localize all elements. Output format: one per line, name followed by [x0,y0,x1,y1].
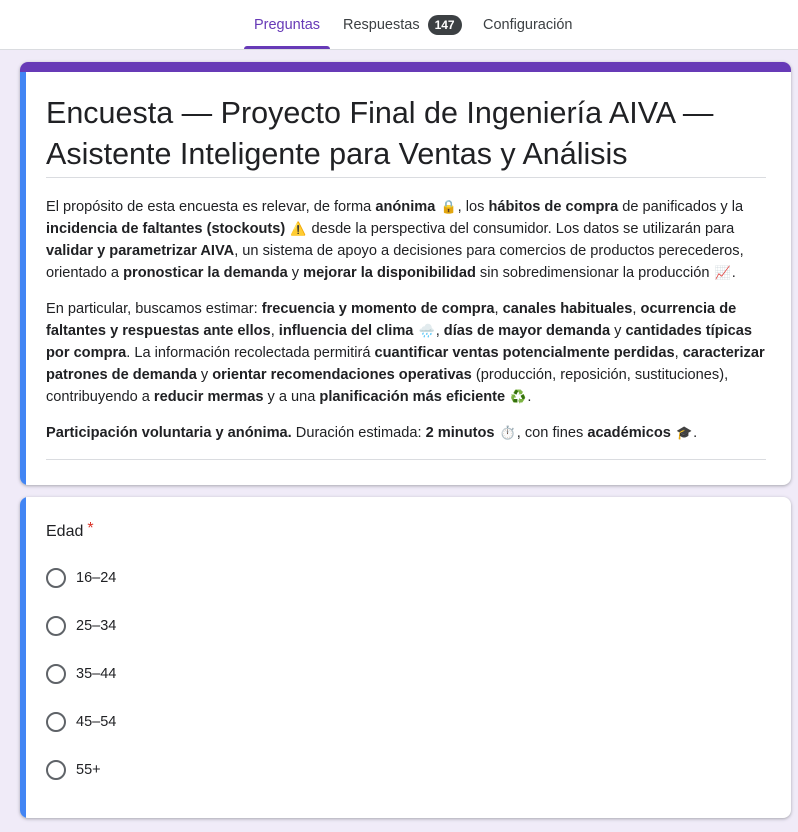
text: En particular, buscamos estimar: [46,301,262,317]
warning-icon: ⚠️ [290,221,307,236]
radio-button[interactable] [46,760,66,780]
description-divider [46,459,766,460]
description-paragraph-3: Participación voluntaria y anónima. Dura… [46,422,766,444]
text: . [731,265,736,281]
bold-text: reducir mermas [153,389,264,405]
top-tab-bar: Preguntas Respuestas 147 Configuración [0,0,798,50]
tab-settings[interactable]: Configuración [483,0,572,49]
radio-option-label: 16–24 [76,570,117,586]
text: , [674,345,683,361]
theme-color-bar [20,62,791,72]
text: , [270,323,279,339]
bold-text: planificación más eficiente [319,389,506,405]
responses-count-badge: 147 [427,14,462,35]
radio-option-35-44[interactable]: 35–44 [46,662,116,686]
required-asterisk: * [87,520,94,537]
recycle-icon: ♻️ [510,389,527,404]
text: desde la perspectiva del consumidor. Los… [307,221,735,237]
text: Duración estimada: [291,425,426,441]
text: . [693,425,698,441]
radio-option-label: 25–34 [76,618,117,634]
radio-option-25-34[interactable]: 25–34 [46,614,116,638]
graduation-cap-icon: 🎓 [675,425,693,440]
bold-text: hábitos de compra [488,199,619,215]
radio-button[interactable] [46,712,66,732]
focus-indicator-bar [20,72,26,485]
stopwatch-icon: ⏱️ [499,425,516,440]
radio-option-label: 35–44 [76,666,117,682]
focus-indicator-bar [20,497,26,818]
active-tab-indicator [244,46,330,49]
chart-increasing-icon: 📈 [714,265,731,280]
question-card-edad[interactable]: Edad * 16–24 25–34 35–44 45–54 55+ [20,497,791,818]
form-description[interactable]: El propósito de esta encuesta es relevar… [46,196,766,458]
form-header-card[interactable]: Encuesta — Proyecto Final de Ingeniería … [20,62,791,485]
bold-text: orientar recomendaciones operativas [212,367,472,383]
bold-text: validar y parametrizar AIVA [46,243,235,259]
text: y a una [263,389,320,405]
bold-text: cuantificar ventas potencialmente perdid… [374,345,675,361]
tab-questions-label: Preguntas [253,16,321,33]
tab-responses-label: Respuestas [343,16,420,33]
bold-text: Participación voluntaria y anónima. [46,425,292,441]
text: , los [457,199,489,215]
text: . La información recolectada permitirá [126,345,375,361]
text: , con fines [516,425,588,441]
radio-option-45-54[interactable]: 45–54 [46,710,116,734]
text: de panificados y la [618,199,744,215]
bold-text: pronosticar la demanda [123,265,288,281]
bold-text: influencia del clima [278,323,414,339]
radio-button[interactable] [46,616,66,636]
tab-questions[interactable]: Preguntas [244,0,330,49]
text: y [196,367,213,383]
text: , [435,323,444,339]
text: y [287,265,304,281]
radio-option-label: 55+ [76,762,101,778]
bold-text: académicos [587,425,671,441]
text: El propósito de esta encuesta es relevar… [46,199,376,215]
radio-option-55-plus[interactable]: 55+ [46,758,101,782]
text: sin sobredimensionar la producción [475,265,714,281]
question-title-text: Edad [46,523,84,540]
tab-responses[interactable]: Respuestas 147 [343,0,462,49]
bold-text: canales habituales [502,301,633,317]
text: . [527,389,532,405]
bold-text: incidencia de faltantes (stockouts) [46,221,286,237]
tab-settings-label: Configuración [483,16,573,33]
text: , [632,301,641,317]
radio-button[interactable] [46,664,66,684]
rain-cloud-icon: 🌧️ [418,323,435,338]
bold-text: mejorar la disponibilidad [303,265,476,281]
bold-text: frecuencia y momento de compra [261,301,495,317]
form-title[interactable]: Encuesta — Proyecto Final de Ingeniería … [46,93,766,178]
text: y [610,323,626,339]
description-paragraph-2: En particular, buscamos estimar: frecuen… [46,298,766,408]
radio-option-label: 45–54 [76,714,117,730]
bold-text: días de mayor demanda [443,323,611,339]
description-paragraph-1: El propósito de esta encuesta es relevar… [46,196,766,284]
bold-text: anónima [375,199,436,215]
lock-icon: 🔒 [440,199,457,214]
question-title: Edad * [46,520,94,541]
text: , [494,301,503,317]
radio-option-16-24[interactable]: 16–24 [46,566,116,590]
radio-button[interactable] [46,568,66,588]
bold-text: 2 minutos [425,425,495,441]
